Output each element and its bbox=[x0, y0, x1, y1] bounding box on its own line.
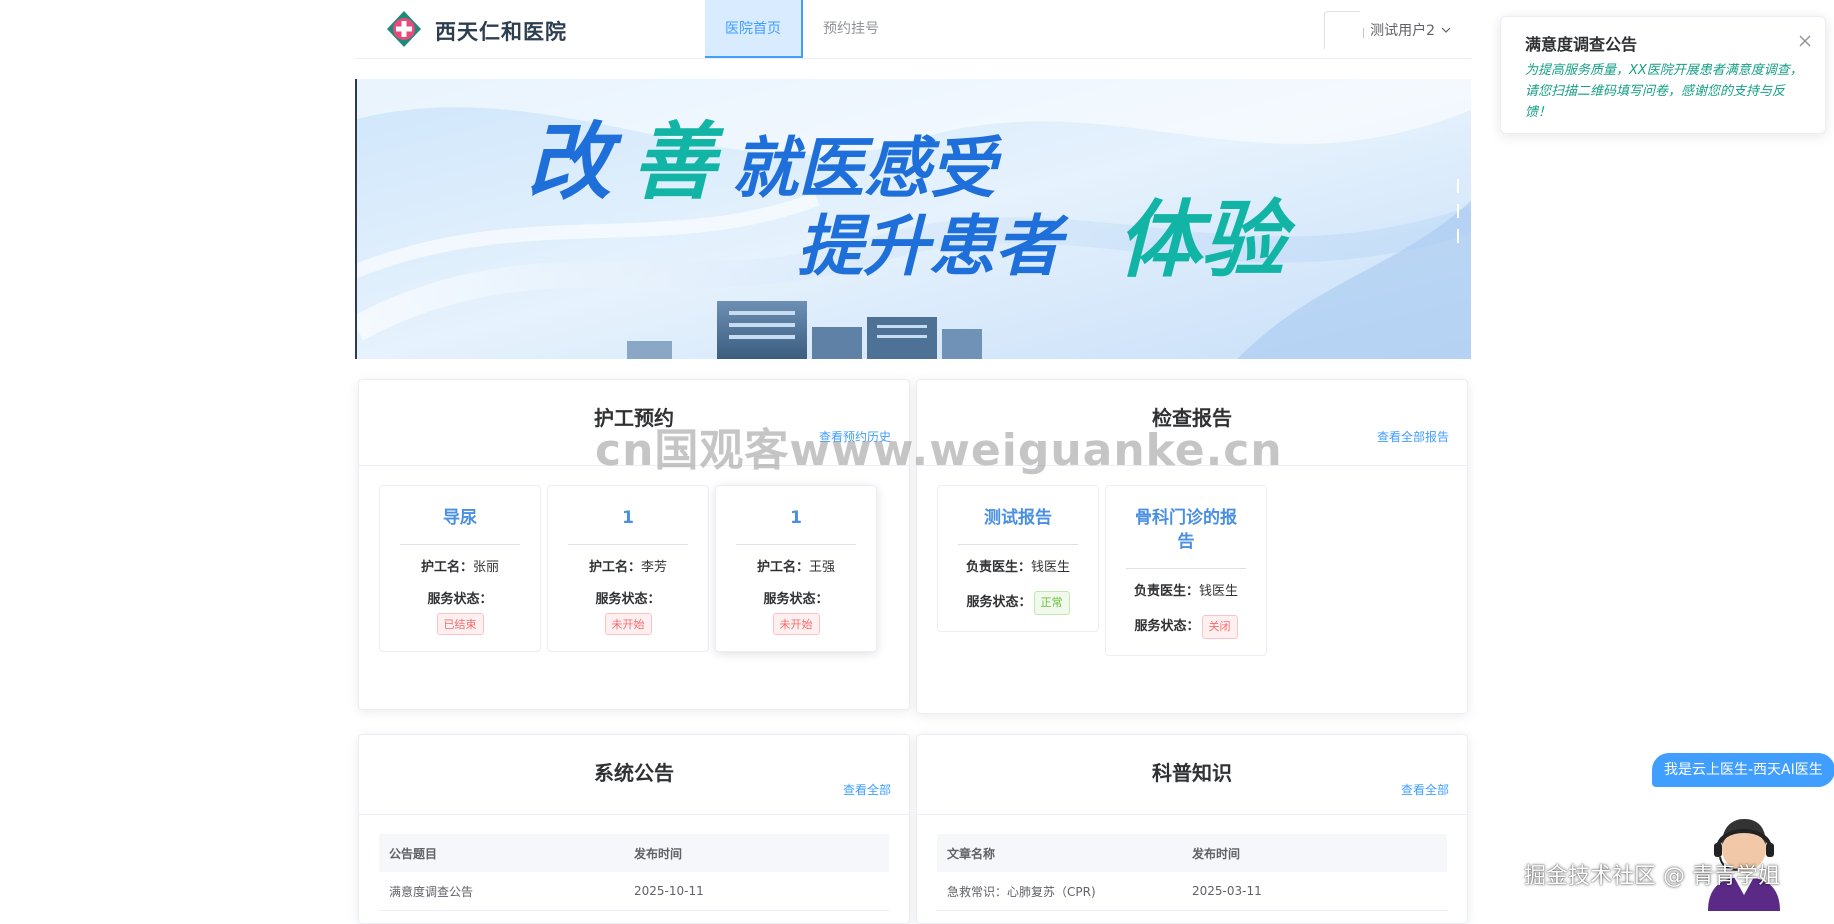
hero-banner: 改 善 就医感受 提升患者 体验 bbox=[355, 79, 1471, 359]
view-all-science-link[interactable]: 查看全部 bbox=[1401, 781, 1449, 798]
table-header: 公告题目 发布时间 bbox=[379, 834, 889, 872]
view-all-announcements-link[interactable]: 查看全部 bbox=[843, 781, 891, 798]
banner-illustration: 改 善 就医感受 提升患者 体验 bbox=[357, 79, 1471, 359]
slogan-part-3: 就医感受 bbox=[732, 131, 1003, 205]
top-header: 西天仁和医院 医院首页 预约挂号 测试用户2 bbox=[355, 0, 1471, 59]
chevron-down-icon[interactable] bbox=[1441, 25, 1451, 35]
status-badge: 已结束 bbox=[436, 613, 484, 635]
nursing-item-title: 1 bbox=[736, 506, 856, 545]
nurse-name: 李芳 bbox=[641, 560, 668, 575]
nav-home[interactable]: 医院首页 bbox=[705, 0, 803, 58]
center-watermark: cn国观客www.weiguanke.cn bbox=[595, 425, 1283, 476]
nursing-list: 导尿 护工名：张丽 服务状态： 已结束 1 护工名：李芳 服务状态： 未开始 1… bbox=[379, 485, 877, 652]
status-badge: 未开始 bbox=[604, 613, 652, 635]
doctor-name: 钱医生 bbox=[1199, 584, 1239, 599]
user-menu[interactable]: 测试用户2 bbox=[1324, 10, 1451, 50]
announcements-card: 系统公告 查看全部 公告题目 发布时间 满意度调查公告 2025-10-11 bbox=[358, 734, 910, 924]
username[interactable]: 测试用户2 bbox=[1370, 20, 1435, 40]
corner-watermark: 掘金技术社区 @ 青青学姐 bbox=[1524, 864, 1780, 889]
nursing-item[interactable]: 导尿 护工名：张丽 服务状态： 已结束 bbox=[379, 485, 541, 652]
table-row[interactable]: 满意度调查公告 2025-10-11 bbox=[379, 872, 889, 911]
avatar[interactable] bbox=[1324, 11, 1365, 49]
reports-list: 测试报告 负责医生：钱医生 服务状态： 正常 骨科门诊的报告 负责医生：钱医生 服… bbox=[937, 485, 1267, 656]
slogan-part-5: 体验 bbox=[1117, 193, 1296, 287]
table-row[interactable]: 急救常识：心肺复苏（CPR) 2025-03-11 bbox=[937, 872, 1447, 911]
science-card-header: 科普知识 查看全部 bbox=[917, 735, 1467, 815]
survey-notification: 满意度调查公告 为提高服务质量，XX医院开展患者满意度调查，请您扫描二维码填写问… bbox=[1500, 16, 1826, 134]
ai-doctor-bubble[interactable]: 我是云上医生-西天AI医生 bbox=[1652, 753, 1834, 787]
nurse-name: 张丽 bbox=[473, 560, 500, 575]
doctor-name: 钱医生 bbox=[1031, 560, 1071, 575]
announcements-card-header: 系统公告 查看全部 bbox=[359, 735, 909, 815]
hospital-name: 西天仁和医院 bbox=[435, 20, 567, 44]
ai-doctor-avatar-icon[interactable] bbox=[1694, 797, 1794, 911]
close-icon[interactable] bbox=[1799, 35, 1811, 47]
report-item-title: 测试报告 bbox=[958, 506, 1078, 545]
report-item[interactable]: 骨科门诊的报告 负责医生：钱医生 服务状态： 关闭 bbox=[1105, 485, 1267, 656]
nursing-item[interactable]: 1 护工名：王强 服务状态： 未开始 bbox=[715, 485, 877, 652]
status-badge: 未开始 bbox=[772, 613, 820, 635]
science-card: 科普知识 查看全部 文章名称 发布时间 急救常识：心肺复苏（CPR) 2025-… bbox=[916, 734, 1468, 924]
hospital-cross-logo-icon bbox=[387, 11, 421, 47]
slogan-part-1: 改 bbox=[527, 115, 623, 209]
report-item[interactable]: 测试报告 负责医生：钱医生 服务状态： 正常 bbox=[937, 485, 1099, 632]
notification-body: 为提高服务质量，XX医院开展患者满意度调查，请您扫描二维码填写问卷，感谢您的支持… bbox=[1525, 63, 1803, 120]
nursing-item-title: 导尿 bbox=[400, 506, 520, 545]
nursing-item[interactable]: 1 护工名：李芳 服务状态： 未开始 bbox=[547, 485, 709, 652]
slogan-part-4: 提升患者 bbox=[797, 209, 1069, 283]
science-table: 文章名称 发布时间 急救常识：心肺复苏（CPR) 2025-03-11 bbox=[937, 834, 1447, 911]
nursing-item-title: 1 bbox=[568, 506, 688, 545]
announcements-table: 公告题目 发布时间 满意度调查公告 2025-10-11 bbox=[379, 834, 889, 911]
view-all-reports-link[interactable]: 查看全部报告 bbox=[1377, 428, 1449, 445]
notification-title: 满意度调查公告 bbox=[1525, 35, 1638, 54]
announcements-title: 系统公告 bbox=[594, 761, 674, 785]
main-nav: 医院首页 预约挂号 bbox=[705, 0, 899, 58]
science-title: 科普知识 bbox=[1152, 761, 1232, 785]
table-header: 文章名称 发布时间 bbox=[937, 834, 1447, 872]
nurse-name: 王强 bbox=[809, 560, 836, 575]
report-item-title: 骨科门诊的报告 bbox=[1126, 506, 1246, 569]
slogan-part-2: 善 bbox=[632, 115, 725, 209]
nav-appointment[interactable]: 预约挂号 bbox=[803, 0, 899, 58]
status-badge: 正常 bbox=[1033, 591, 1070, 615]
status-badge: 关闭 bbox=[1201, 615, 1238, 639]
